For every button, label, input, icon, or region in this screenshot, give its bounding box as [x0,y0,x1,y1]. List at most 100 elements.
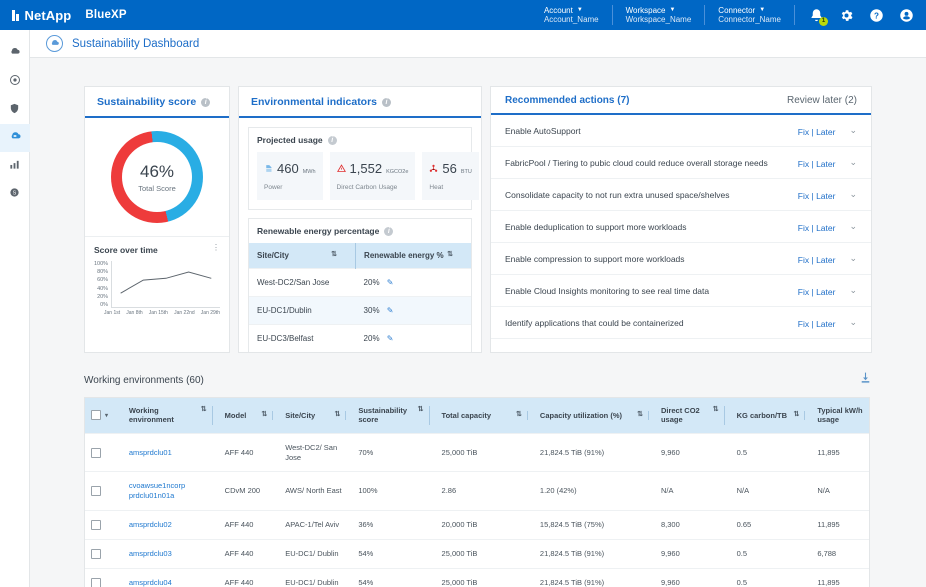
table-row[interactable]: West-DC2/San Jose 20% ✎ [249,269,471,297]
row-select-cell[interactable] [85,539,123,568]
recommended-action-row[interactable]: Enable AutoSupportFix | Later⌄ [491,115,871,147]
row-select-cell[interactable] [85,433,123,472]
chevron-down-icon[interactable]: ⌄ [849,317,857,328]
chevron-down-icon[interactable]: ⌄ [849,125,857,136]
info-icon[interactable]: i [384,227,393,236]
chevron-down-icon[interactable]: ⌄ [849,285,857,296]
we-name-cell[interactable]: amsprdclu02 [123,510,219,539]
sidebar-item-canvas[interactable] [0,40,30,68]
col-sustainability-score[interactable]: Sustainability score⇅ [352,398,435,433]
table-row[interactable]: EU-DC3/Belfast 20% ✎ [249,325,471,353]
user-avatar-icon[interactable] [899,8,914,23]
renewable-col-site[interactable]: Site/City ⇅ [249,243,356,269]
row-select-cell[interactable] [85,568,123,587]
col-working-environment[interactable]: Working environment⇅ [123,398,219,433]
chevron-down-icon[interactable]: ▾ [105,413,108,419]
recommended-action-row[interactable]: Enable compression to support more workl… [491,243,871,275]
bell-icon[interactable]: 1 [809,8,824,23]
help-icon[interactable]: ? [869,8,884,23]
connector-selector[interactable]: Connector ▼ Connector_Name [705,5,795,25]
later-link[interactable]: Later [816,159,835,169]
table-row[interactable]: amsprdclu03AFF 440EU-DC1/ Dublin54%25,00… [85,539,870,568]
chevron-down-icon[interactable]: ⌄ [849,189,857,200]
row-checkbox[interactable] [91,520,101,530]
sort-icon[interactable]: ⇅ [334,411,340,419]
row-checkbox[interactable] [91,549,101,559]
sort-icon[interactable]: ⇅ [331,251,337,258]
select-all-header[interactable]: ▾ [85,398,123,433]
renewable-col-pct[interactable]: Renewable energy % ⇅ [356,243,471,269]
sort-icon[interactable]: ⇅ [793,411,799,419]
later-link[interactable]: Later [816,223,835,233]
workspace-selector[interactable]: Workspace ▼ Workspace_Name [613,5,706,25]
fix-link[interactable]: Fix [798,255,809,265]
fix-link[interactable]: Fix [798,223,809,233]
sort-icon[interactable]: ⇅ [201,406,207,414]
chevron-down-icon[interactable]: ⌄ [849,221,857,232]
we-name-cell[interactable]: amsprdclu03 [123,539,219,568]
row-checkbox[interactable] [91,578,101,587]
tab-recommended-actions[interactable]: Recommended actions (7) [505,95,629,106]
sort-icon[interactable]: ⇅ [516,411,522,419]
fix-link[interactable]: Fix [798,159,809,169]
edit-pencil-icon[interactable]: ✎ [387,278,394,287]
later-link[interactable]: Later [816,319,835,329]
col-kg-carbon-tb[interactable]: KG carbon/TB⇅ [731,398,812,433]
sort-icon[interactable]: ⇅ [713,406,719,414]
fix-link[interactable]: Fix [798,319,809,329]
sidebar-item-sustainability[interactable] [0,124,30,152]
sort-icon[interactable]: ⇅ [637,411,643,419]
fix-link[interactable]: Fix [798,287,809,297]
sort-icon[interactable]: ⇅ [447,251,453,258]
row-checkbox[interactable] [91,448,101,458]
sidebar-item-reports[interactable] [0,152,30,180]
table-row[interactable]: EU-DC1/Dublin 30% ✎ [249,297,471,325]
recommended-action-row[interactable]: Identify applications that could be cont… [491,307,871,339]
row-checkbox[interactable] [91,486,101,496]
chevron-down-icon[interactable]: ⌄ [849,253,857,264]
we-name-cell[interactable]: amsprdclu04 [123,568,219,587]
edit-pencil-icon[interactable]: ✎ [387,334,394,343]
recommended-action-row[interactable]: Enable deduplication to support more wor… [491,211,871,243]
download-icon[interactable] [859,371,872,389]
table-row[interactable]: amsprdclu04AFF 440EU-DC1/ Dublin54%25,00… [85,568,870,587]
select-all-checkbox[interactable] [91,410,101,420]
working-environments-table-scroll[interactable]: ▾ Working environment⇅ Model⇅ Site/City⇅ [84,397,870,587]
sidebar-item-globe[interactable] [0,68,30,96]
sort-icon[interactable]: ⇅ [418,406,424,414]
kebab-menu-icon[interactable]: ⋮ [212,245,220,251]
recommended-action-row[interactable]: FabricPool / Tiering to pubic cloud coul… [491,147,871,179]
fix-link[interactable]: Fix [798,127,809,137]
info-icon[interactable]: i [201,98,210,107]
fix-link[interactable]: Fix [798,191,809,201]
gear-icon[interactable] [839,8,854,23]
edit-pencil-icon[interactable]: ✎ [387,306,394,315]
sidebar-item-protection[interactable] [0,96,30,124]
info-icon[interactable]: i [328,136,337,145]
account-selector[interactable]: Account ▼ Account_Name [531,5,613,25]
col-typical-kwh-usage[interactable]: Typical kW/h usage⇅ [811,398,870,433]
netapp-logo[interactable]: NetApp [12,8,71,23]
row-select-cell[interactable] [85,510,123,539]
sort-icon[interactable]: ⇅ [261,411,267,419]
col-total-capacity[interactable]: Total capacity⇅ [436,398,534,433]
col-model[interactable]: Model⇅ [219,398,280,433]
table-row[interactable]: amsprdclu02AFF 440APAC-1/Tel Aviv36%20,0… [85,510,870,539]
we-name-cell[interactable]: amsprdclu01 [123,433,219,472]
later-link[interactable]: Later [816,191,835,201]
later-link[interactable]: Later [816,287,835,297]
col-capacity-utilization[interactable]: Capacity utilization (%)⇅ [534,398,655,433]
table-row[interactable]: amsprdclu01AFF 440West-DC2/ San Jose70%2… [85,433,870,472]
recommended-action-row[interactable]: Consolidate capacity to not run extra un… [491,179,871,211]
sidebar-item-help[interactable]: S [0,180,30,208]
col-site-city[interactable]: Site/City⇅ [279,398,352,433]
col-direct-co2-usage[interactable]: Direct CO2 usage⇅ [655,398,731,433]
tab-review-later[interactable]: Review later (2) [787,95,857,106]
later-link[interactable]: Later [816,127,835,137]
recommended-action-row[interactable]: Enable Cloud Insights monitoring to see … [491,275,871,307]
we-name-cell[interactable]: cvoawsue1ncorp prdclu01n01a [123,472,219,511]
info-icon[interactable]: i [382,98,391,107]
chevron-down-icon[interactable]: ⌄ [849,157,857,168]
later-link[interactable]: Later [816,255,835,265]
table-row[interactable]: cvoawsue1ncorp prdclu01n01aCDvM 200AWS/ … [85,472,870,511]
